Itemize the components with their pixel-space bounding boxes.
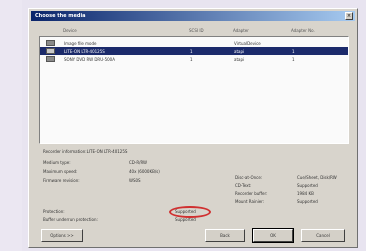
drive-icon xyxy=(46,56,55,62)
device-name: LITE-ON LTR-40125S xyxy=(64,49,105,54)
device-row-selected[interactable]: LITE-ON LTR-40125S 1 atapi 1 xyxy=(40,47,348,55)
device-adapter-no: 1 xyxy=(292,57,295,62)
device-scsi-id: 1 xyxy=(190,49,193,54)
column-adapter-no[interactable]: Adapter No. xyxy=(291,28,315,33)
background-strip xyxy=(0,0,22,251)
list-header: Device SCSI ID Adapter Adapter No. xyxy=(39,27,349,36)
prop-label: Disc-at-Once: xyxy=(235,175,263,180)
dialog-titlebar: Choose the media × xyxy=(31,11,355,21)
prop-value: 40x (6000KB/s) xyxy=(129,169,160,174)
prop-label: Firmware revision: xyxy=(43,178,80,183)
highlight-circle xyxy=(169,206,211,218)
prop-value: Supported xyxy=(297,199,318,204)
device-scsi-id: 1 xyxy=(190,57,193,62)
column-adapter[interactable]: Adapter xyxy=(233,28,249,33)
device-adapter: atapi xyxy=(234,49,245,54)
device-list[interactable]: Image file mode VirtualDevice LITE-ON LT… xyxy=(39,36,349,144)
prop-label: Mount Rainier: xyxy=(235,199,265,204)
prop-label: Protection: xyxy=(43,209,65,214)
drive-icon xyxy=(46,40,55,46)
choose-media-dialog: Choose the media × Device SCSI ID Adapte… xyxy=(28,8,358,248)
prop-label: Medium type: xyxy=(43,160,71,165)
recorder-info-panel: Recorder information:LITE-ON LTR-40125S … xyxy=(39,147,349,223)
device-name: SONY DVD RW DRU-500A xyxy=(64,57,115,62)
prop-label: Maximum speed: xyxy=(43,169,78,174)
recorder-info-title: Recorder information:LITE-ON LTR-40125S xyxy=(43,149,128,154)
prop-value: CD-R/RW xyxy=(129,160,148,165)
device-adapter: atapi xyxy=(234,57,245,62)
column-scsi-id[interactable]: SCSI ID xyxy=(189,28,204,33)
device-adapter-no: 1 xyxy=(292,49,295,54)
device-row[interactable]: SONY DVD RW DRU-500A 1 atapi 1 xyxy=(40,55,348,63)
device-name: Image file mode xyxy=(64,41,97,46)
column-device[interactable]: Device xyxy=(63,28,77,33)
ok-button[interactable]: OK xyxy=(252,228,294,243)
prop-label: CD-Text: xyxy=(235,183,252,188)
close-button[interactable]: × xyxy=(345,12,353,20)
prop-value: 1984 KB xyxy=(297,191,314,196)
prop-label: Recorder buffer: xyxy=(235,191,268,196)
prop-value: Cue/Sheet, Disk/RW xyxy=(297,175,337,180)
drive-icon xyxy=(46,48,55,54)
prop-value: WS0S xyxy=(129,178,141,183)
back-button[interactable]: Back xyxy=(205,229,245,242)
dialog-title: Choose the media xyxy=(35,13,86,19)
prop-label: Buffer underrun protection: xyxy=(43,217,98,222)
options-button[interactable]: Options >> xyxy=(41,229,83,242)
cancel-button[interactable]: Cancel xyxy=(301,229,345,242)
device-adapter: VirtualDevice xyxy=(234,41,261,46)
device-row[interactable]: Image file mode VirtualDevice xyxy=(40,39,348,47)
close-icon: × xyxy=(346,13,352,19)
prop-value: Supported xyxy=(297,183,318,188)
